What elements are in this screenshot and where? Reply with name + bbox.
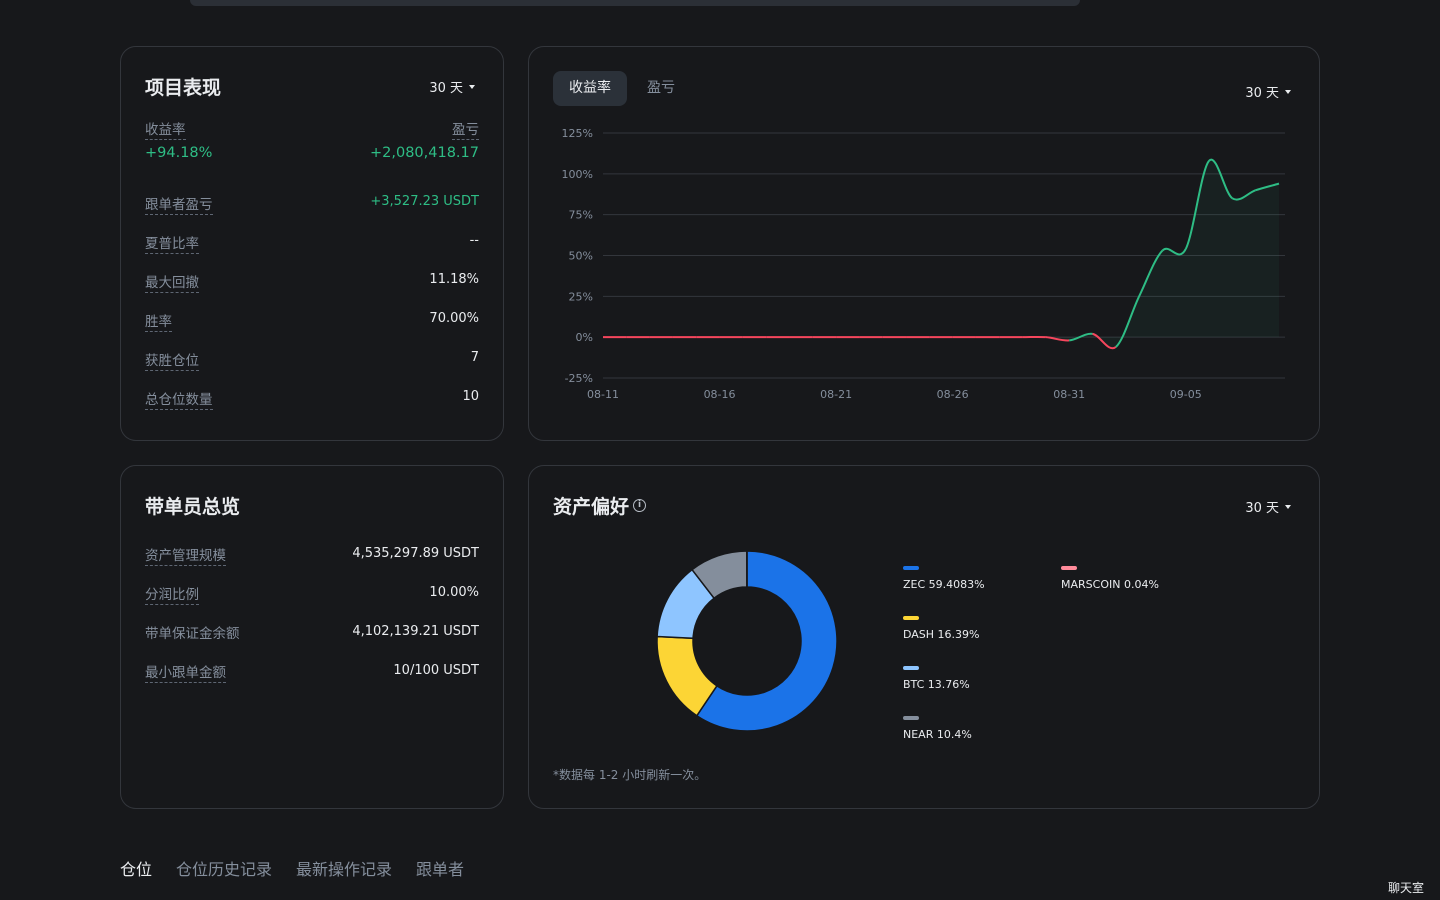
- roi-label: 收益率: [145, 118, 186, 140]
- legend-swatch: [903, 666, 919, 670]
- y-tick-label: 125%: [562, 127, 593, 140]
- pnl-label: 盈亏: [452, 118, 479, 140]
- y-tick-label: 25%: [569, 290, 593, 303]
- period-label: 30 天: [429, 81, 463, 96]
- x-tick-label: 08-31: [1053, 388, 1085, 401]
- tab-position-history[interactable]: 仓位历史记录: [176, 856, 272, 880]
- x-tick-label: 09-05: [1170, 388, 1202, 401]
- asset-period-select[interactable]: 30 天: [1245, 497, 1291, 516]
- x-tick-label: 08-21: [820, 388, 852, 401]
- tab-latest-operations[interactable]: 最新操作记录: [296, 856, 392, 880]
- leader-row-value: 4,102,139.21 USDT: [352, 624, 479, 639]
- leader-row-value: 4,535,297.89 USDT: [352, 546, 479, 561]
- leader-row-value: 10/100 USDT: [393, 663, 479, 678]
- performance-row-value: 11.18%: [429, 272, 479, 287]
- performance-row-value: 7: [470, 350, 479, 365]
- asset-preference-title: 资产偏好 i: [553, 492, 647, 519]
- x-tick-label: 08-16: [704, 388, 736, 401]
- performance-row-label: 最大回撤: [145, 271, 199, 293]
- info-icon[interactable]: i: [633, 499, 647, 512]
- asset-donut-chart: [656, 550, 838, 732]
- performance-period-select[interactable]: 30 天: [429, 77, 475, 96]
- legend-label: NEAR 10.4%: [903, 728, 972, 741]
- chatroom-button[interactable]: 聊天室: [1388, 879, 1424, 896]
- leader-row-value: 10.00%: [429, 585, 479, 600]
- leader-row-label: 分润比例: [145, 583, 199, 605]
- legend-label: MARSCOIN 0.04%: [1061, 578, 1159, 591]
- leader-overview-title: 带单员总览: [145, 496, 241, 518]
- y-tick-label: -25%: [565, 372, 593, 385]
- y-tick-label: 75%: [569, 209, 593, 222]
- legend-swatch: [903, 716, 919, 720]
- leader-row-label: 带单保证金余额: [145, 626, 240, 642]
- caret-down-icon: [1285, 504, 1291, 509]
- pnl-value: +2,080,418.17: [369, 145, 479, 161]
- legend-item: NEAR 10.4%: [903, 716, 972, 741]
- performance-title: 项目表现: [145, 77, 222, 99]
- refresh-footnote: *数据每 1-2 小时刷新一次。: [553, 768, 707, 782]
- x-tick-label: 08-11: [587, 388, 619, 401]
- performance-row-label: 胜率: [145, 310, 172, 332]
- legend-item: MARSCOIN 0.04%: [1061, 566, 1159, 591]
- roi-line-chart: 125% 100% 75% 50% 25% 0% -25% 08-11 08-16 08-21 08…: [562, 127, 1285, 401]
- legend-swatch: [903, 616, 919, 620]
- x-tick-label: 08-26: [937, 388, 969, 401]
- y-tick-label: 0%: [576, 331, 593, 344]
- legend-item: ZEC 59.4083%: [903, 566, 985, 591]
- roi-value: +94.18%: [145, 145, 213, 161]
- tab-followers[interactable]: 跟单者: [416, 856, 464, 880]
- asset-preference-title-text: 资产偏好: [553, 496, 630, 518]
- performance-row-label: 总仓位数量: [145, 388, 213, 410]
- leader-row-label: 最小跟单金额: [145, 661, 226, 683]
- legend-swatch: [1061, 566, 1077, 570]
- caret-down-icon: [469, 84, 475, 89]
- tab-positions[interactable]: 仓位: [120, 856, 152, 880]
- asset-preference-card: 资产偏好 i 30 天 *数据每 1-2 小时刷新一次。 ZEC 59.4083%…: [528, 465, 1320, 809]
- performance-row-value: 10: [462, 389, 479, 404]
- legend-label: ZEC 59.4083%: [903, 578, 985, 591]
- performance-row-label: 夏普比率: [145, 232, 199, 254]
- performance-row-value: +3,527.23 USDT: [370, 194, 479, 209]
- performance-row-value: 70.00%: [429, 311, 479, 326]
- performance-row-label: 跟单者盈亏: [145, 193, 213, 215]
- roi-chart-card: 收益率 盈亏 30 天 125% 100% 75% 50% 25% 0% -25% 08-11…: [528, 46, 1320, 441]
- period-label: 30 天: [1245, 501, 1279, 516]
- leader-row-label: 资产管理规模: [145, 544, 226, 566]
- legend-label: DASH 16.39%: [903, 628, 980, 641]
- legend-item: BTC 13.76%: [903, 666, 970, 691]
- legend-swatch: [903, 566, 919, 570]
- performance-row-label: 获胜仓位: [145, 349, 199, 371]
- search-bar[interactable]: [190, 0, 1080, 6]
- y-tick-label: 100%: [562, 168, 593, 181]
- performance-card: 项目表现 30 天 收益率 盈亏 +94.18% +2,080,418.17 跟…: [120, 46, 504, 441]
- leader-overview-card: 带单员总览 资产管理规模 4,535,297.89 USDT 分润比例 10.00% 带…: [120, 465, 504, 809]
- legend-item: DASH 16.39%: [903, 616, 980, 641]
- performance-row-value: --: [469, 233, 479, 248]
- y-tick-label: 50%: [569, 250, 593, 263]
- legend-label: BTC 13.76%: [903, 678, 970, 691]
